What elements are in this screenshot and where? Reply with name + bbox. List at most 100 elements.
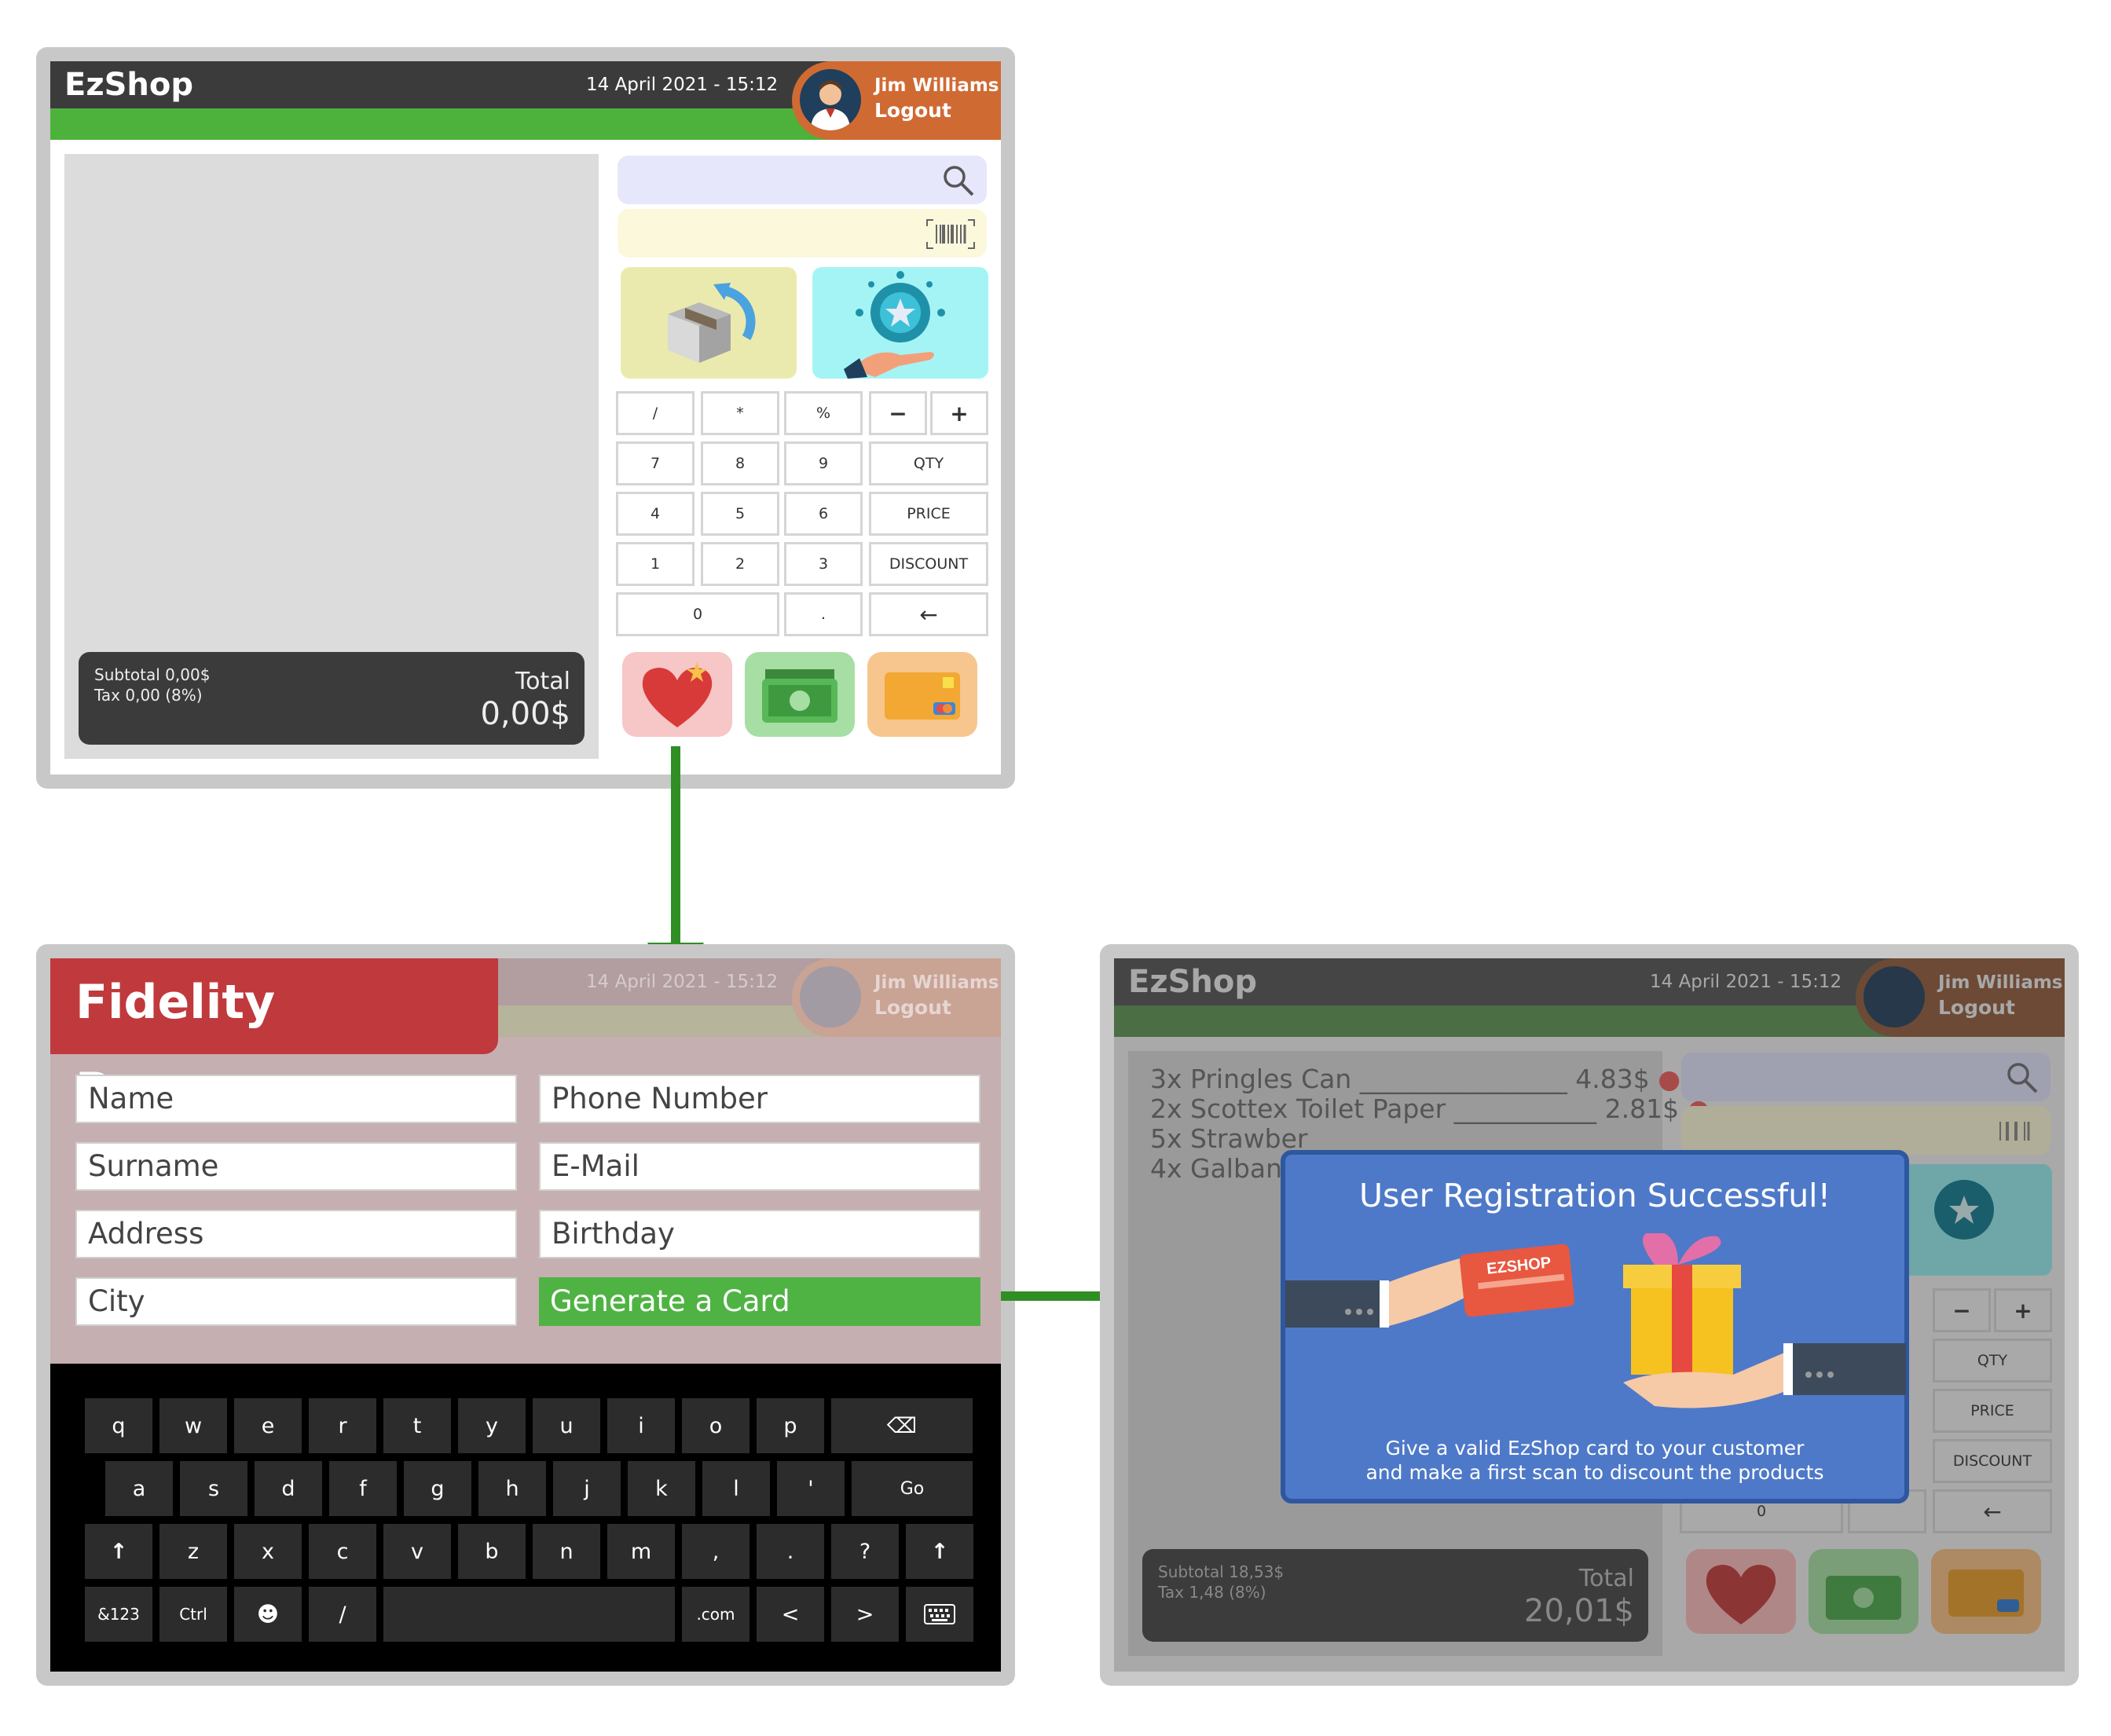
emoji-icon[interactable]: ☻: [234, 1587, 302, 1642]
key-e[interactable]: e: [234, 1398, 302, 1453]
pos-screen-main: EzShop 14 April 2021 - 15:12 Jim William…: [36, 47, 1015, 789]
key-qty[interactable]: QTY: [869, 441, 988, 485]
key-k[interactable]: k: [628, 1461, 695, 1516]
key-period[interactable]: .: [757, 1524, 824, 1579]
fidelity-star-icon: [844, 271, 945, 379]
key-9[interactable]: 9: [784, 441, 863, 485]
right-arrow-key[interactable]: >: [831, 1587, 899, 1642]
key-1[interactable]: 1: [616, 542, 695, 586]
key-dot[interactable]: .: [784, 592, 863, 636]
fidelity-screen: 14 April 2021 - 15:12 Jim Williams Logou…: [36, 944, 1015, 1686]
heart-icon: [642, 661, 713, 727]
barcode-input[interactable]: [618, 209, 987, 258]
user-name: Jim Williams: [874, 972, 999, 993]
logout-link[interactable]: Logout: [874, 99, 951, 122]
key-3[interactable]: 3: [784, 542, 863, 586]
tax-label: Tax 1,48 (8%): [1158, 1583, 1266, 1602]
date-time: 14 April 2021 - 15:12: [586, 972, 779, 992]
brand-logo: EzShop: [1128, 964, 1258, 1000]
keyboard-icon[interactable]: [906, 1587, 973, 1642]
key-price: PRICE: [1933, 1389, 2052, 1433]
surname-field[interactable]: Surname: [75, 1142, 517, 1191]
key-plus: +: [1994, 1288, 2052, 1332]
cash-pay-button[interactable]: [745, 652, 855, 737]
key-i[interactable]: i: [607, 1398, 675, 1453]
key-l[interactable]: l: [702, 1461, 770, 1516]
key-q[interactable]: q: [85, 1398, 152, 1453]
barcode-icon[interactable]: [925, 218, 976, 250]
key-g[interactable]: g: [404, 1461, 471, 1516]
key-c[interactable]: c: [309, 1524, 376, 1579]
onscreen-keyboard: q w e r t y u i o p ⌫ a s d f g h j k l …: [50, 1364, 1001, 1672]
key-price[interactable]: PRICE: [869, 492, 988, 536]
key-n[interactable]: n: [533, 1524, 600, 1579]
dotcom-key[interactable]: .com: [682, 1587, 749, 1642]
left-arrow-key[interactable]: <: [757, 1587, 824, 1642]
key-minus[interactable]: −: [869, 391, 927, 435]
key-f[interactable]: f: [329, 1461, 397, 1516]
key-h[interactable]: h: [478, 1461, 546, 1516]
return-product-button[interactable]: [621, 267, 797, 379]
key-6[interactable]: 6: [784, 492, 863, 536]
key-multiply[interactable]: *: [701, 391, 779, 435]
email-field[interactable]: E-Mail: [539, 1142, 980, 1191]
fidelity-pay-button[interactable]: [622, 652, 732, 737]
fidelity-program-button[interactable]: [812, 267, 988, 379]
key-t[interactable]: t: [383, 1398, 451, 1453]
key-question[interactable]: ?: [831, 1524, 899, 1579]
key-discount[interactable]: DISCOUNT: [869, 542, 988, 586]
key-p[interactable]: p: [757, 1398, 824, 1453]
key-a[interactable]: a: [105, 1461, 173, 1516]
go-key[interactable]: Go: [852, 1461, 973, 1516]
shift-right-key[interactable]: ↑: [906, 1524, 973, 1579]
key-y[interactable]: y: [458, 1398, 526, 1453]
key-x[interactable]: x: [234, 1524, 302, 1579]
ctrl-key[interactable]: Ctrl: [159, 1587, 227, 1642]
key-b[interactable]: b: [458, 1524, 526, 1579]
key-4[interactable]: 4: [616, 492, 695, 536]
search-icon[interactable]: [941, 163, 976, 198]
address-field[interactable]: Address: [75, 1210, 517, 1258]
key-8[interactable]: 8: [701, 441, 779, 485]
backspace-icon[interactable]: ⌫: [831, 1398, 973, 1453]
key-comma[interactable]: ,: [682, 1524, 749, 1579]
key-o[interactable]: o: [682, 1398, 749, 1453]
key-j[interactable]: j: [553, 1461, 621, 1516]
key-m[interactable]: m: [607, 1524, 675, 1579]
shift-left-key[interactable]: ↑: [85, 1524, 152, 1579]
space-key[interactable]: [383, 1587, 675, 1642]
dialog-message: Give a valid EzShop card to your custome…: [1365, 1437, 1824, 1484]
generate-card-button[interactable]: Generate a Card: [539, 1277, 980, 1326]
key-5[interactable]: 5: [701, 492, 779, 536]
birthday-field[interactable]: Birthday: [539, 1210, 980, 1258]
totals-panel: Subtotal 0,00$ Tax 0,00 (8%) Total 0,00$: [79, 652, 585, 745]
name-field[interactable]: Name: [75, 1075, 517, 1123]
key-apostrophe[interactable]: ': [777, 1461, 845, 1516]
subtotal-label: Subtotal 18,53$: [1158, 1562, 1285, 1581]
phone-field[interactable]: Phone Number: [539, 1075, 980, 1123]
key-slash[interactable]: /: [309, 1587, 376, 1642]
card-pay-button[interactable]: [867, 652, 977, 737]
key-minus: −: [1933, 1288, 1991, 1332]
key-s[interactable]: s: [180, 1461, 247, 1516]
key-u[interactable]: u: [533, 1398, 600, 1453]
key-2[interactable]: 2: [701, 542, 779, 586]
key-qty: QTY: [1933, 1339, 2052, 1383]
key-divide[interactable]: /: [616, 391, 695, 435]
key-w[interactable]: w: [159, 1398, 227, 1453]
key-plus[interactable]: +: [930, 391, 988, 435]
key-percent[interactable]: %: [784, 391, 863, 435]
key-r[interactable]: r: [309, 1398, 376, 1453]
avatar: [800, 966, 861, 1027]
key-0[interactable]: 0: [616, 592, 779, 636]
key-7[interactable]: 7: [616, 441, 695, 485]
key-z[interactable]: z: [159, 1524, 227, 1579]
key-v[interactable]: v: [383, 1524, 451, 1579]
search-input[interactable]: [618, 156, 987, 204]
city-field[interactable]: City: [75, 1277, 517, 1326]
key-backspace[interactable]: ←: [869, 592, 988, 636]
key-d[interactable]: d: [255, 1461, 322, 1516]
symbols-key[interactable]: &123: [85, 1587, 152, 1642]
logout-link: Logout: [874, 996, 951, 1019]
user-badge[interactable]: Jim Williams Logout: [792, 61, 1001, 140]
